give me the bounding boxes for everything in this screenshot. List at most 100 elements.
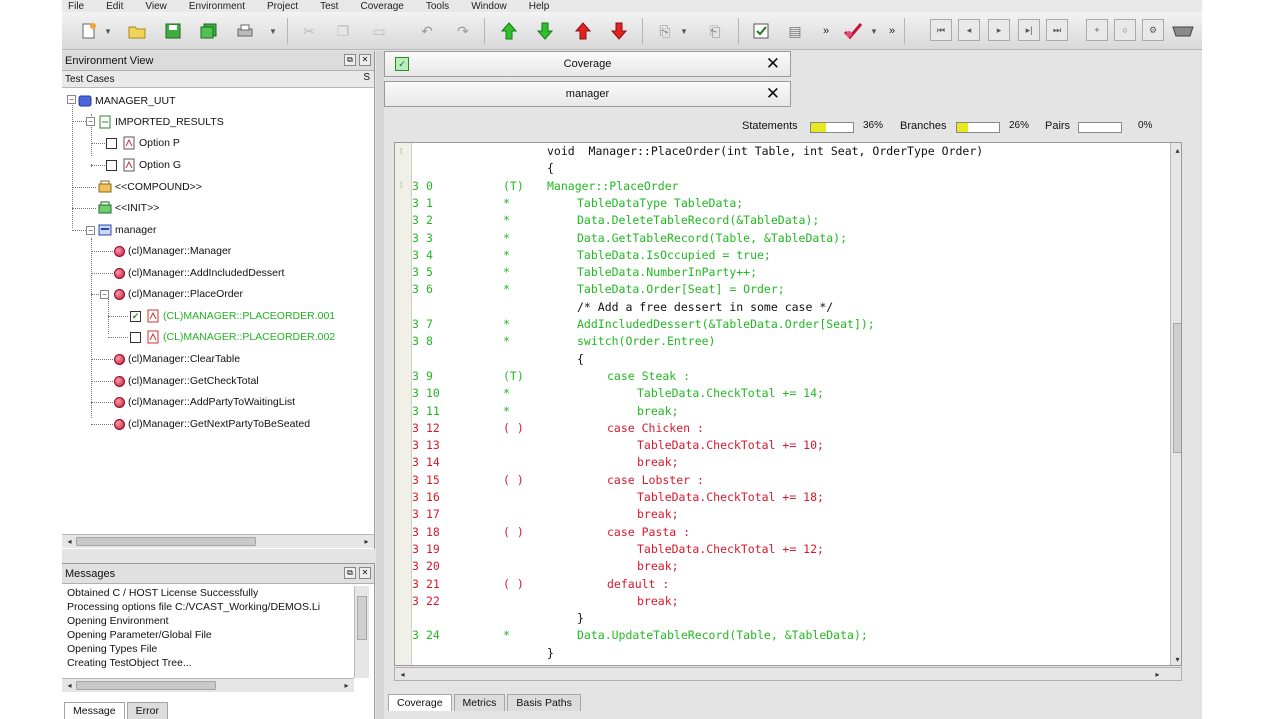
menu-project[interactable]: Project: [267, 2, 298, 12]
paste-icon[interactable]: ▭: [368, 20, 390, 42]
save-icon[interactable]: [162, 20, 184, 42]
arrow-down-green-icon[interactable]: [534, 20, 556, 42]
settings-icon[interactable]: ⚙: [1142, 19, 1164, 41]
menu-tools[interactable]: Tools: [426, 2, 449, 12]
save-all-icon[interactable]: [198, 20, 220, 42]
menu-test[interactable]: Test: [320, 2, 338, 12]
messages-vertical-scrollbar[interactable]: [354, 586, 369, 678]
collapse-toggle[interactable]: −: [67, 95, 76, 104]
toolbar-overflow-2[interactable]: »: [886, 20, 898, 42]
arrow-down-red-icon[interactable]: [608, 20, 630, 42]
tree-node-option-p[interactable]: Option P: [106, 135, 180, 151]
next-icon[interactable]: ▸|: [1018, 19, 1040, 41]
scroll-thumb[interactable]: [357, 596, 367, 640]
panel-splitter[interactable]: [376, 51, 384, 719]
menu-edit[interactable]: Edit: [106, 2, 123, 12]
tab-coverage[interactable]: Coverage: [388, 694, 452, 711]
chevron-down-icon[interactable]: ▼: [102, 20, 114, 42]
scroll-left-icon[interactable]: ◂: [64, 536, 75, 547]
zoom-in-icon[interactable]: +: [1086, 19, 1108, 41]
source-code-view[interactable]: ⁞ ⁞ void Manager::PlaceOrder(int Table, …: [394, 142, 1182, 666]
last-icon[interactable]: ⏭: [1046, 19, 1068, 41]
menu-window[interactable]: Window: [471, 2, 507, 12]
compound-icon[interactable]: ⎗: [704, 20, 726, 42]
open-folder-icon[interactable]: [126, 20, 148, 42]
print-icon[interactable]: [234, 20, 256, 42]
tree-node-subprogram[interactable]: (cl)Manager::AddPartyToWaitingList: [114, 394, 295, 410]
chevron-down-icon[interactable]: ▼: [267, 20, 279, 42]
scroll-down-icon[interactable]: ▾: [1172, 654, 1181, 665]
tree-node-option-g[interactable]: Option G: [106, 157, 181, 173]
tree-node-compound[interactable]: <<COMPOUND>>: [98, 179, 202, 195]
save-disk-icon[interactable]: [1172, 20, 1194, 42]
collapse-toggle[interactable]: −: [86, 226, 95, 235]
arrow-up-red-icon[interactable]: [572, 20, 594, 42]
scroll-thumb[interactable]: [1173, 323, 1181, 453]
tree-node-root[interactable]: MANAGER_UUT: [78, 93, 176, 109]
testcase-checkbox[interactable]: [130, 331, 141, 343]
tab-message[interactable]: Message: [64, 702, 125, 719]
testcase-checkbox[interactable]: ✔: [130, 310, 141, 322]
scroll-right-icon[interactable]: ▸: [341, 680, 352, 691]
tree-node-imported-results[interactable]: IMPORTED_RESULTS: [98, 114, 224, 130]
tree-node-subprogram[interactable]: (cl)Manager::ClearTable: [114, 351, 240, 367]
option-p-checkbox[interactable]: [106, 137, 117, 149]
arrow-up-green-icon[interactable]: [498, 20, 520, 42]
menu-help[interactable]: Help: [529, 2, 550, 12]
redo-icon[interactable]: ↷: [452, 20, 474, 42]
tab-basis-paths[interactable]: Basis Paths: [507, 694, 581, 711]
close-icon[interactable]: ✕: [359, 567, 371, 579]
code-horizontal-scrollbar[interactable]: ◂ ▸: [394, 667, 1182, 681]
tree-horizontal-scrollbar[interactable]: ◂ ▸: [62, 534, 374, 548]
tree-node-testcase[interactable]: (CL)MANAGER::PLACEORDER.002: [130, 329, 335, 345]
undo-icon[interactable]: ↶: [416, 20, 438, 42]
tree-node-subprogram[interactable]: (cl)Manager::PlaceOrder: [114, 286, 243, 302]
scroll-up-icon[interactable]: ▴: [1172, 145, 1181, 156]
copy-icon[interactable]: ❐: [332, 20, 354, 42]
tree-node-testcase[interactable]: ✔ (CL)MANAGER::PLACEORDER.001: [130, 308, 335, 324]
collapse-toggle[interactable]: −: [86, 117, 95, 126]
cut-icon[interactable]: ✂: [298, 20, 320, 42]
scroll-right-icon[interactable]: ▸: [1152, 669, 1163, 680]
collapse-toggle[interactable]: −: [100, 290, 109, 299]
checklist-icon[interactable]: [750, 20, 772, 42]
tree-node-init[interactable]: <<INIT>>: [98, 200, 159, 216]
report-icon[interactable]: ▤: [784, 20, 806, 42]
scroll-thumb[interactable]: [76, 537, 256, 546]
scroll-thumb[interactable]: [76, 681, 216, 690]
option-g-checkbox[interactable]: [106, 159, 117, 171]
restore-icon[interactable]: ⧉: [344, 54, 356, 66]
zoom-reset-icon[interactable]: ○: [1114, 19, 1136, 41]
close-icon[interactable]: ✕: [359, 54, 371, 66]
first-icon[interactable]: ⏮: [930, 19, 952, 41]
tree-node-subprogram[interactable]: (cl)Manager::GetCheckTotal: [114, 373, 259, 389]
messages-horizontal-scrollbar[interactable]: ◂ ▸: [62, 678, 354, 692]
scroll-left-icon[interactable]: ◂: [397, 669, 408, 680]
close-icon[interactable]: ✕: [766, 85, 780, 103]
tree-node-manager[interactable]: manager: [98, 222, 156, 238]
scroll-right-icon[interactable]: ▸: [361, 536, 372, 547]
previous-icon[interactable]: ◂: [958, 19, 980, 41]
new-file-icon[interactable]: [78, 20, 100, 42]
menu-coverage[interactable]: Coverage: [360, 2, 403, 12]
menu-view[interactable]: View: [145, 2, 167, 12]
test-cases-sort-button[interactable]: S: [363, 72, 370, 83]
tab-metrics[interactable]: Metrics: [453, 694, 506, 711]
scroll-left-icon[interactable]: ◂: [64, 680, 75, 691]
menu-file[interactable]: File: [68, 2, 84, 12]
execute-check-icon[interactable]: [842, 20, 864, 42]
insert-test-icon[interactable]: ⎘: [654, 20, 676, 42]
tab-manager[interactable]: manager ✕: [384, 81, 791, 107]
restore-icon[interactable]: ⧉: [344, 567, 356, 579]
tree-node-subprogram[interactable]: (cl)Manager::AddIncludedDessert: [114, 265, 284, 281]
code-vertical-scrollbar[interactable]: ▴ ▾: [1170, 143, 1181, 665]
play-icon[interactable]: ▸: [988, 19, 1010, 41]
toolbar-overflow[interactable]: »: [820, 20, 832, 42]
tree-node-subprogram[interactable]: (cl)Manager::GetNextPartyToBeSeated: [114, 416, 310, 432]
chevron-down-icon[interactable]: ▼: [868, 20, 880, 42]
chevron-down-icon[interactable]: ▼: [678, 20, 690, 42]
tab-error[interactable]: Error: [126, 702, 168, 719]
close-icon[interactable]: ✕: [766, 55, 780, 73]
menu-environment[interactable]: Environment: [189, 2, 245, 12]
tree-node-subprogram[interactable]: (cl)Manager::Manager: [114, 243, 231, 259]
